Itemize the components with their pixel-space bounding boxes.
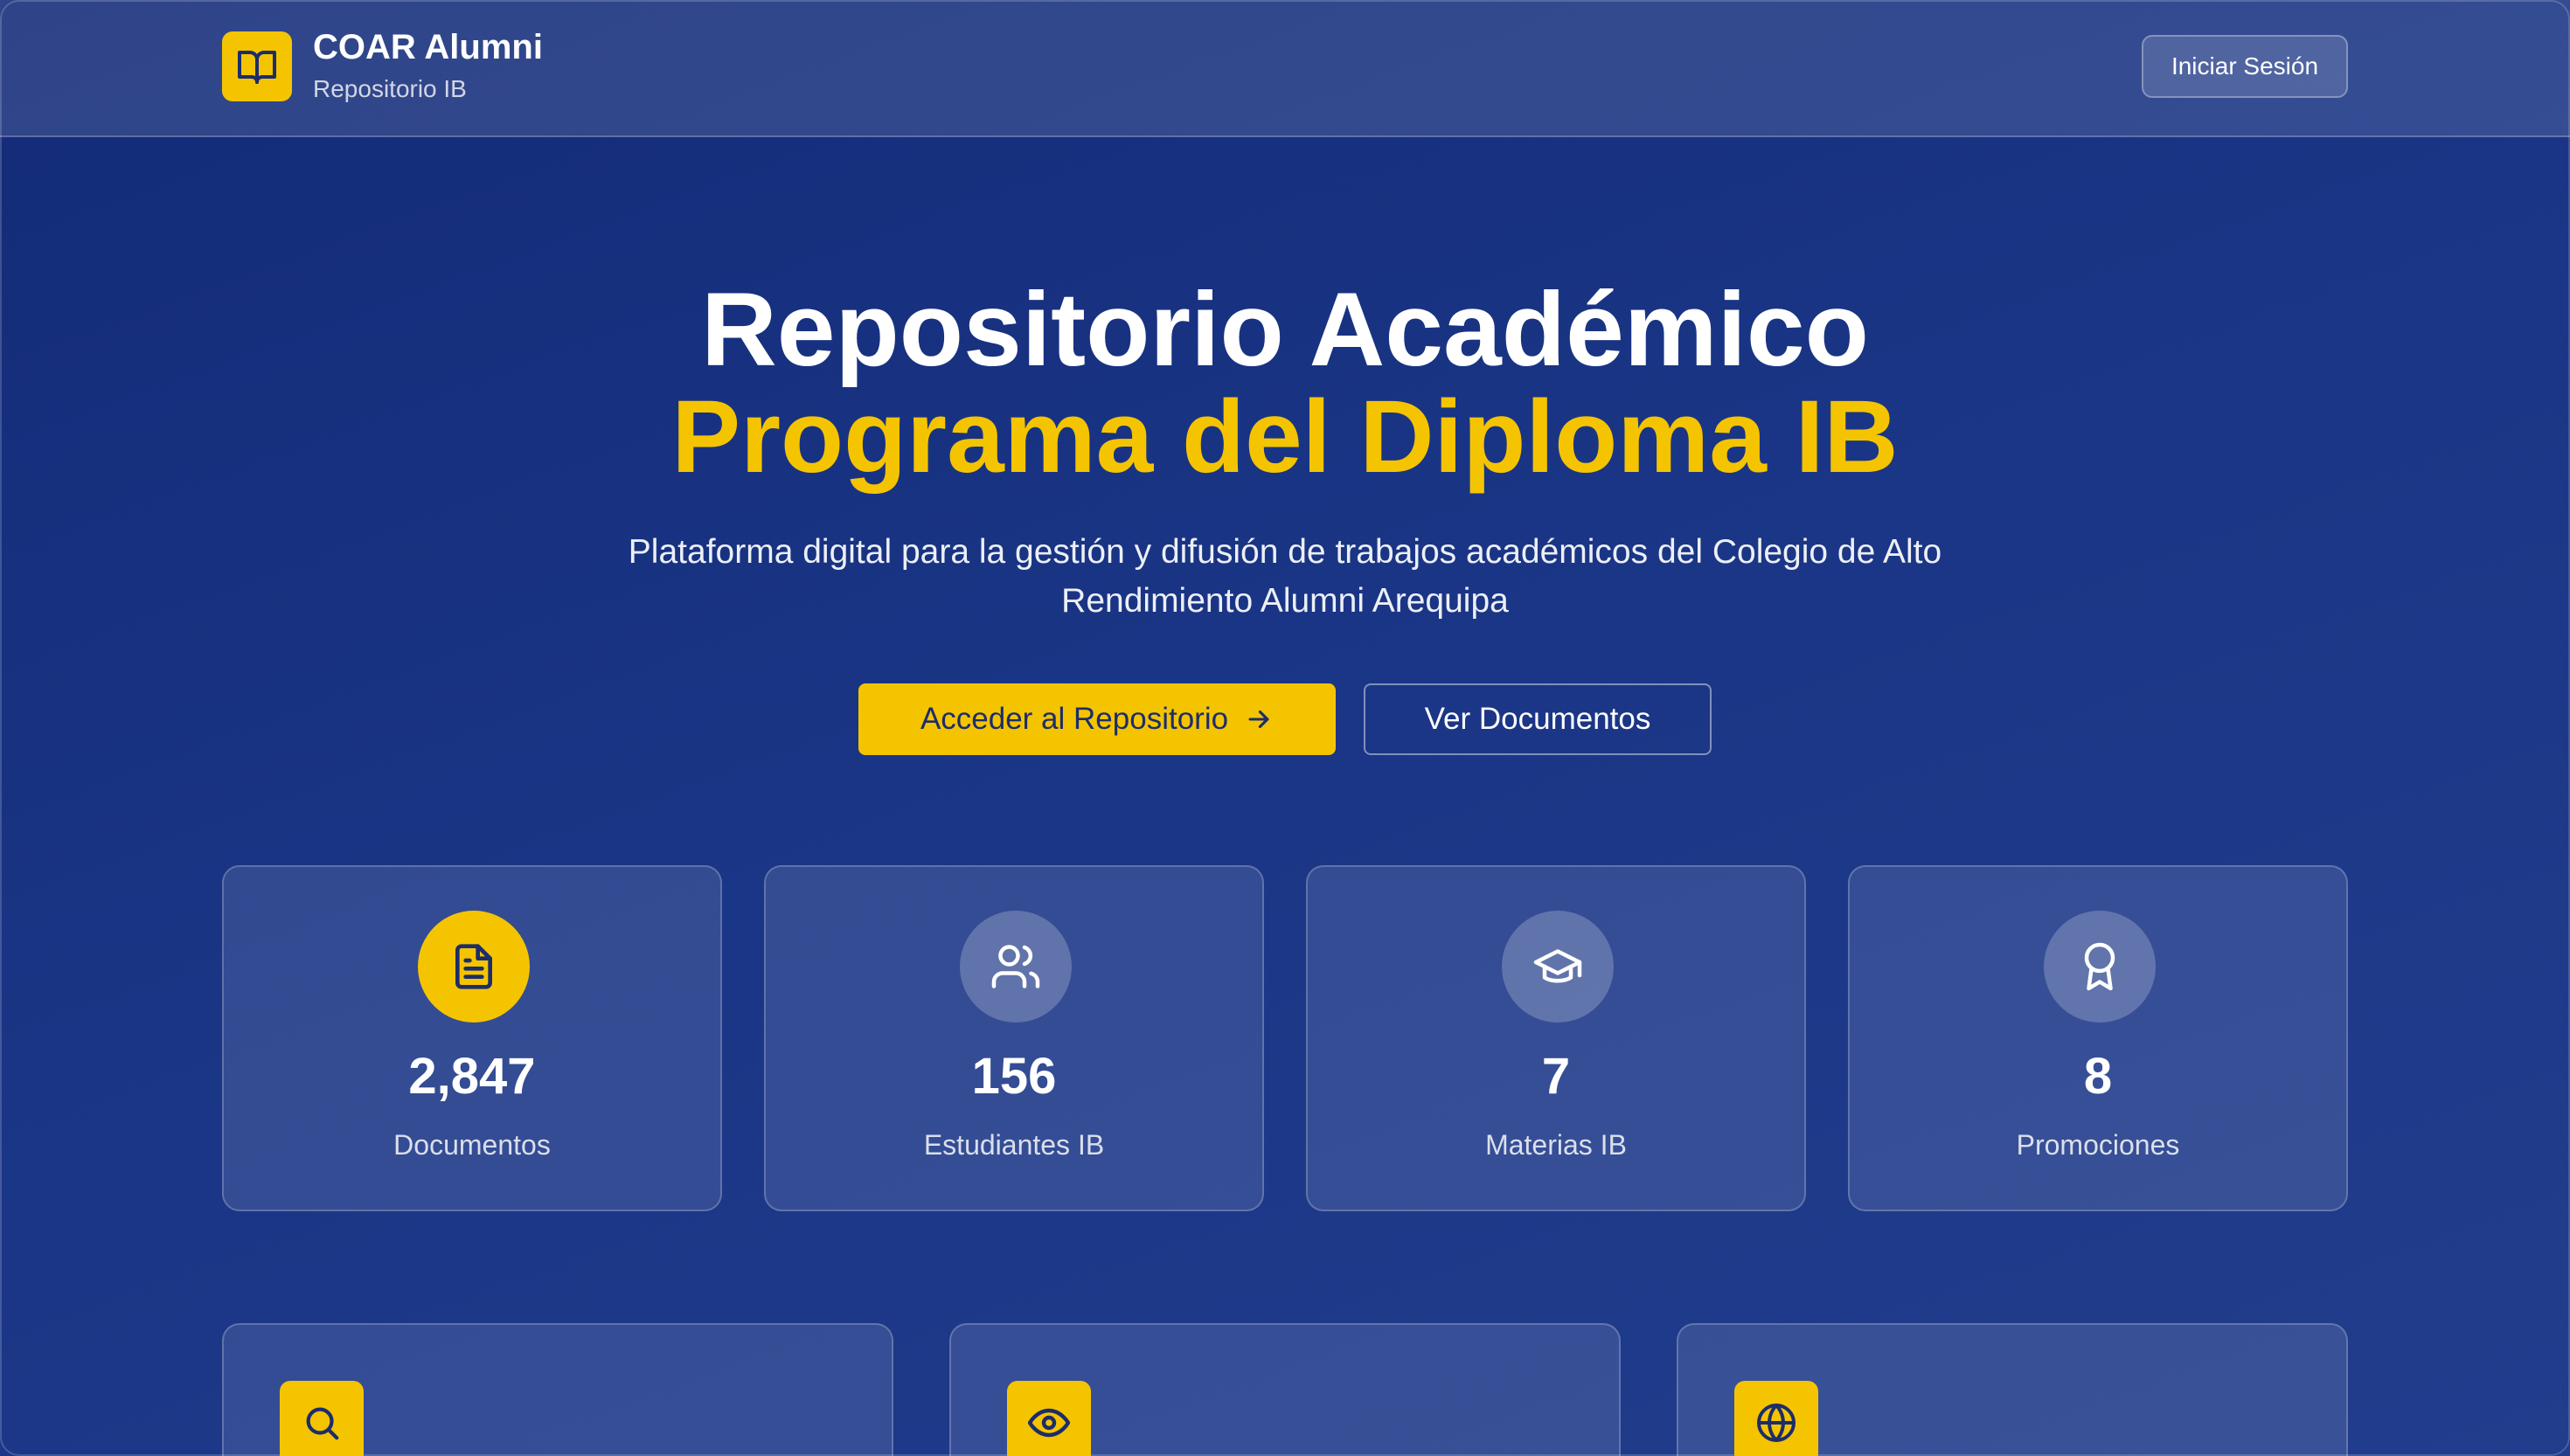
brand-title: COAR Alumni (313, 28, 543, 66)
feature-card-view (949, 1323, 1621, 1456)
stat-label: Estudiantes IB (923, 1129, 1105, 1161)
stat-value: 8 (2083, 1048, 2113, 1105)
award-icon (2044, 911, 2156, 1023)
access-repository-label: Acceder al Repositorio (920, 702, 1229, 736)
brand-subtitle: Repositorio IB (313, 75, 467, 102)
hero-description: Plataforma digital para la gestión y dif… (628, 533, 1942, 620)
view-documents-button[interactable]: Ver Documentos (1364, 683, 1712, 755)
book-open-icon (236, 45, 278, 87)
stat-label: Documentos (393, 1129, 551, 1161)
stat-card-promotions: 8 Promociones (1848, 865, 2348, 1211)
search-icon (280, 1381, 364, 1456)
hero-subtitle: Programa del Diploma IB (671, 379, 1899, 495)
feature-card-global (1677, 1323, 2348, 1456)
access-repository-button[interactable]: Acceder al Repositorio (858, 683, 1336, 755)
arrow-right-icon (1244, 704, 1274, 734)
stat-card-subjects: 7 Materias IB (1306, 865, 1806, 1211)
users-icon (960, 911, 1072, 1023)
stat-label: Materias IB (1485, 1129, 1627, 1161)
stat-label: Promociones (2016, 1129, 2180, 1161)
eye-icon (1007, 1381, 1091, 1456)
graduation-cap-icon (1502, 911, 1614, 1023)
document-icon (418, 911, 530, 1023)
top-navbar: COAR Alumni Repositorio IB Iniciar Sesió… (0, 0, 2570, 137)
stat-value: 156 (971, 1048, 1057, 1105)
hero-title: Repositorio Académico (701, 271, 1869, 388)
feature-card-search (222, 1323, 893, 1456)
globe-icon (1734, 1381, 1818, 1456)
stat-card-documents: 2,847 Documentos (222, 865, 722, 1211)
logo[interactable] (222, 31, 292, 101)
stat-value: 7 (1541, 1048, 1571, 1105)
stat-value: 2,847 (408, 1048, 536, 1105)
stat-card-students: 156 Estudiantes IB (764, 865, 1264, 1211)
login-button[interactable]: Iniciar Sesión (2142, 35, 2348, 98)
